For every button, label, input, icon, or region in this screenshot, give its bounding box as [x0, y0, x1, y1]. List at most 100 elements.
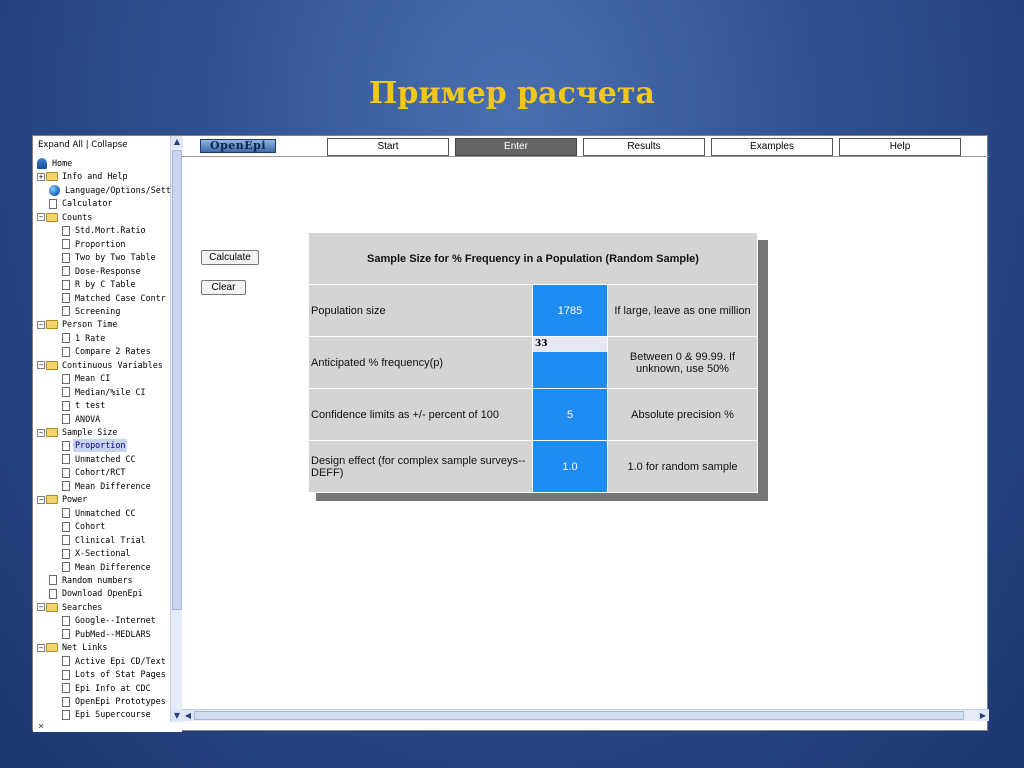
- tree-item[interactable]: ANOVA: [62, 413, 102, 426]
- doc-icon: [62, 481, 70, 492]
- tree-item[interactable]: Proportion: [62, 238, 127, 251]
- doc-icon: [62, 306, 70, 317]
- tree-item[interactable]: OpenEpi Prototypes: [62, 695, 168, 708]
- design-effect-field[interactable]: 1.0: [532, 440, 608, 493]
- collapse-icon[interactable]: −: [37, 428, 45, 437]
- tree-folder[interactable]: − Counts: [37, 211, 94, 224]
- row-note: 1.0 for random sample: [607, 440, 758, 493]
- table-row: Population size 1785 If large, leave as …: [308, 284, 758, 337]
- tab-examples[interactable]: Examples: [711, 138, 833, 156]
- openepi-logo: OpenEpi: [200, 139, 276, 153]
- tab-results[interactable]: Results: [583, 138, 705, 156]
- folder-icon: [46, 602, 58, 612]
- tree-item-label: Proportion: [75, 238, 126, 249]
- tree-item[interactable]: Proportion: [62, 439, 128, 453]
- tree-item[interactable]: Home: [37, 157, 74, 170]
- tree-item[interactable]: Dose-Response: [62, 265, 143, 278]
- tree-item-label: Cohort/RCT: [75, 467, 126, 478]
- tree-item-label: Clinical Trial: [75, 534, 146, 545]
- tree-item[interactable]: Clinical Trial: [62, 534, 148, 547]
- tree-item[interactable]: Epi Supercourse: [62, 708, 153, 721]
- home-icon: [37, 158, 47, 169]
- collapse-icon[interactable]: −: [37, 361, 45, 370]
- anticipated-frequency-input[interactable]: 33: [533, 337, 607, 352]
- scroll-right-icon[interactable]: ▶: [977, 710, 989, 721]
- tree-folder[interactable]: − Continuous Variables: [37, 359, 165, 372]
- doc-icon: [62, 266, 70, 277]
- tree-folder[interactable]: − Searches: [37, 601, 104, 614]
- tab-start[interactable]: Start: [327, 138, 449, 156]
- collapse-icon[interactable]: −: [37, 213, 45, 222]
- tree-item[interactable]: Median/%ile CI: [62, 386, 148, 399]
- tree-item[interactable]: Epi Info at CDC: [62, 682, 153, 695]
- tree-item[interactable]: Mean Difference: [62, 561, 153, 574]
- tree-item[interactable]: Mean CI: [62, 372, 112, 385]
- tree-item-label: X-Sectional: [75, 548, 131, 559]
- tree-item[interactable]: Lots of Stat Pages: [62, 668, 168, 681]
- tree-item-label: Power: [62, 494, 88, 505]
- tree-folder[interactable]: − Net Links: [37, 641, 109, 654]
- clear-button[interactable]: Clear: [201, 280, 246, 295]
- tree-item-label: Active Epi CD/Text: [75, 655, 166, 666]
- slide-title: Пример расчета: [369, 76, 655, 111]
- confidence-limits-field[interactable]: 5: [532, 388, 608, 441]
- tree-item[interactable]: 1 Rate: [62, 332, 107, 345]
- tree-item[interactable]: Google--Internet: [62, 614, 158, 627]
- expand-icon[interactable]: +: [37, 172, 45, 181]
- frequency-cell: 33: [532, 336, 608, 389]
- collapse-icon[interactable]: −: [37, 643, 45, 652]
- tree-item[interactable]: Screening: [62, 305, 122, 318]
- tree-item[interactable]: Active Epi CD/Text: [62, 655, 168, 668]
- tree-item-label: Counts: [62, 211, 93, 222]
- tree-item-label: Net Links: [62, 642, 108, 653]
- tree-folder[interactable]: − Power: [37, 493, 89, 506]
- doc-icon: [62, 562, 70, 572]
- tree-item-label: Google--Internet: [75, 615, 156, 626]
- tree-folder[interactable]: − Person Time: [37, 318, 119, 331]
- tree-item[interactable]: Two by Two Table: [62, 251, 158, 264]
- folder-icon: [46, 495, 58, 505]
- tree-item[interactable]: Calculator: [49, 197, 114, 210]
- calculate-button[interactable]: Calculate: [201, 250, 259, 265]
- doc-icon: [62, 225, 70, 236]
- tree-item[interactable]: Cohort: [62, 520, 107, 533]
- tree-item[interactable]: Compare 2 Rates: [62, 345, 153, 358]
- tab-help[interactable]: Help: [839, 138, 961, 156]
- population-size-field[interactable]: 1785: [532, 284, 608, 337]
- tree-item[interactable]: Random numbers: [49, 574, 135, 587]
- tree-item[interactable]: Unmatched CC: [62, 507, 138, 520]
- tree-item[interactable]: Download OpenEpi: [49, 587, 145, 600]
- collapse-icon[interactable]: −: [37, 603, 45, 612]
- content-horizontal-scrollbar[interactable]: ◀ ▶: [182, 709, 989, 721]
- scroll-left-icon[interactable]: ◀: [182, 710, 194, 721]
- tree-item-label: Unmatched CC: [75, 453, 136, 464]
- expand-collapse-links[interactable]: Expand All | Collapse: [38, 140, 127, 150]
- close-icon[interactable]: ×: [38, 721, 44, 732]
- doc-icon: [62, 373, 70, 384]
- tab-enter[interactable]: Enter: [455, 138, 577, 156]
- scroll-thumb[interactable]: [172, 150, 182, 610]
- tree-folder[interactable]: + Info and Help: [37, 170, 130, 183]
- collapse-icon[interactable]: −: [37, 495, 45, 504]
- tree-folder[interactable]: − Sample Size: [37, 426, 119, 439]
- hscroll-thumb[interactable]: [194, 711, 964, 720]
- tree-item[interactable]: Matched Case Contr: [62, 292, 168, 305]
- tree-item[interactable]: Language/Options/Setti: [49, 184, 178, 197]
- tree-item-label: R by C Table: [75, 279, 136, 290]
- scroll-up-icon[interactable]: ▲: [171, 136, 183, 148]
- doc-icon: [62, 467, 70, 478]
- doc-icon: [62, 709, 70, 720]
- tree-item[interactable]: Unmatched CC: [62, 453, 138, 466]
- tree-item[interactable]: Cohort/RCT: [62, 466, 127, 479]
- doc-icon: [62, 414, 70, 425]
- tree-vertical-scrollbar[interactable]: ▲ ▼: [170, 136, 183, 722]
- tree-item[interactable]: R by C Table: [62, 278, 138, 291]
- tree-item[interactable]: t test: [62, 399, 107, 412]
- tree-item[interactable]: Std.Mort.Ratio: [62, 224, 148, 237]
- tree-item[interactable]: PubMed--MEDLARS: [62, 628, 153, 641]
- tree-item-label: Continuous Variables: [62, 359, 163, 370]
- tree-item[interactable]: X-Sectional: [62, 547, 132, 560]
- tree-item[interactable]: Mean Difference: [62, 480, 153, 493]
- tree-item-label: Cohort: [75, 521, 106, 532]
- collapse-icon[interactable]: −: [37, 320, 45, 329]
